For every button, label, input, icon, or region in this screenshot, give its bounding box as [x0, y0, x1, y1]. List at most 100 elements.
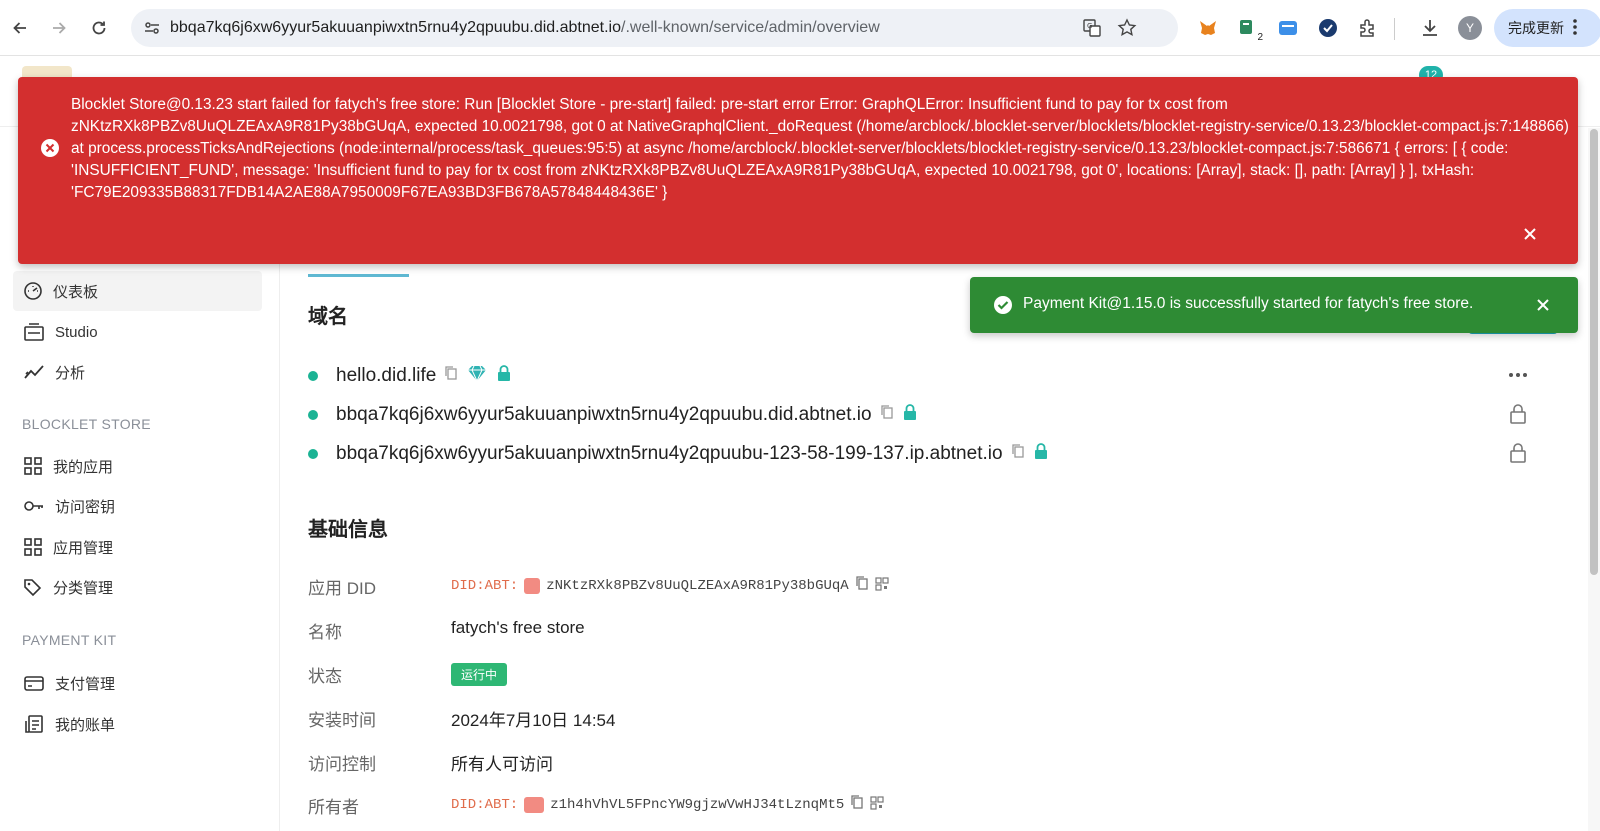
- copy-icon[interactable]: [444, 365, 458, 387]
- dashboard-icon: [24, 282, 42, 300]
- grid-icon: [24, 538, 42, 556]
- sidebar-section-blocklet-store: BLOCKLET STORE: [22, 416, 151, 432]
- error-notification: Blocklet Store@0.13.23 start failed for …: [18, 77, 1578, 264]
- url-host: bbqa7kq6j6xw6yyur5akuuanpiwxtn5rnu4y2qpu…: [170, 19, 621, 36]
- extension-with-badge-icon[interactable]: 2: [1235, 15, 1263, 43]
- sidebar-item-label: Studio: [55, 323, 98, 341]
- lock-icon: [1504, 439, 1532, 467]
- status-label: 状态: [308, 667, 342, 686]
- info-section-title: 基础信息: [308, 519, 388, 541]
- error-icon: [40, 138, 60, 163]
- sidebar-item-my-bills[interactable]: 我的账单: [13, 704, 262, 744]
- toolbar-divider: [1394, 18, 1395, 40]
- card-icon: [24, 676, 44, 691]
- copy-icon[interactable]: [1011, 443, 1025, 465]
- owner-did[interactable]: z1h4hVhVL5FPncYW9gjzwVwHJ34tLznqMt5: [550, 797, 844, 813]
- check-extension-icon[interactable]: [1315, 15, 1341, 41]
- update-chrome-button[interactable]: 完成更新: [1494, 9, 1600, 47]
- studio-icon: [24, 323, 44, 341]
- sidebar-item-label: 分类管理: [53, 579, 114, 597]
- domain-name[interactable]: bbqa7kq6j6xw6yyur5akuuanpiwxtn5rnu4y2qpu…: [336, 443, 1003, 465]
- success-notification: Payment Kit@1.15.0 is successfully start…: [970, 277, 1578, 333]
- domain-row: hello.did.life: [308, 361, 512, 391]
- qrcode-icon[interactable]: [875, 576, 889, 596]
- active-tab-indicator: [308, 274, 409, 277]
- browser-toolbar: bbqa7kq6j6xw6yyur5akuuanpiwxtn5rnu4y2qpu…: [0, 0, 1600, 56]
- key-icon: [24, 501, 43, 511]
- translate-icon[interactable]: G: [1082, 18, 1102, 43]
- qrcode-icon[interactable]: [870, 795, 884, 815]
- more-actions-icon[interactable]: [1504, 361, 1532, 389]
- name-value: fatych's free store: [451, 618, 585, 637]
- url-path: /.well-known/service/admin/overview: [621, 19, 880, 36]
- address-bar[interactable]: bbqa7kq6j6xw6yyur5akuuanpiwxtn5rnu4y2qpu…: [131, 9, 1178, 47]
- install-time-label: 安装时间: [308, 711, 376, 730]
- owner-value: DID:ABT: z1h4hVhVL5FPncYW9gjzwVwHJ34tLzn…: [451, 794, 884, 815]
- tag-icon: [24, 579, 42, 597]
- sidebar-item-label: 我的账单: [55, 716, 116, 734]
- forward-icon[interactable]: [45, 14, 73, 42]
- domain-name[interactable]: hello.did.life: [336, 365, 436, 387]
- extensions-puzzle-icon[interactable]: [1355, 15, 1381, 41]
- lock-icon: [1504, 400, 1532, 428]
- domain-row: bbqa7kq6j6xw6yyur5akuuanpiwxtn5rnu4y2qpu…: [308, 439, 1049, 469]
- close-icon[interactable]: [1531, 293, 1555, 317]
- profile-avatar[interactable]: Y: [1458, 16, 1482, 40]
- did-avatar: [524, 796, 545, 813]
- sidebar-item-analytics[interactable]: 分析: [13, 352, 262, 392]
- sidebar-item-studio[interactable]: Studio: [13, 312, 262, 352]
- bookmark-star-icon[interactable]: [1117, 18, 1137, 43]
- grid-icon: [24, 457, 42, 475]
- status-dot: [308, 449, 318, 459]
- success-message: Payment Kit@1.15.0 is successfully start…: [1023, 295, 1474, 312]
- status-dot: [308, 410, 318, 420]
- access-control-label: 访问控制: [308, 755, 376, 774]
- owner-label: 所有者: [308, 798, 359, 817]
- did-avatar: [524, 577, 541, 594]
- sidebar-item-access-keys[interactable]: 访问密钥: [13, 486, 262, 526]
- sidebar-section-payment-kit: PAYMENT KIT: [22, 632, 117, 648]
- status-dot: [308, 371, 318, 381]
- lock-icon: [902, 403, 918, 427]
- sidebar-item-payment-management[interactable]: 支付管理: [13, 663, 262, 703]
- close-icon[interactable]: [1518, 222, 1542, 246]
- app-did-value: DID:ABT: zNKtzRXk8PBZv8UuQLZEAxA9R81Py38…: [451, 575, 889, 596]
- update-label: 完成更新: [1508, 20, 1564, 36]
- sidebar-item-label: 访问密钥: [55, 498, 116, 516]
- url-text[interactable]: bbqa7kq6j6xw6yyur5akuuanpiwxtn5rnu4y2qpu…: [170, 19, 880, 37]
- name-label: 名称: [308, 623, 342, 642]
- app-did[interactable]: zNKtzRXk8PBZv8UuQLZEAxA9R81Py38bGUqA: [546, 578, 848, 594]
- app-did-label: 应用 DID: [308, 579, 376, 598]
- domain-section-title: 域名: [308, 306, 348, 328]
- domain-row: bbqa7kq6j6xw6yyur5akuuanpiwxtn5rnu4y2qpu…: [308, 400, 918, 430]
- sidebar-item-app-management[interactable]: 应用管理: [13, 527, 262, 567]
- status-value: 运行中: [451, 663, 508, 686]
- install-time-value: 2024年7月10日 14:54: [451, 711, 616, 730]
- sidebar-item-my-apps[interactable]: 我的应用: [13, 446, 262, 486]
- sidebar-item-category-management[interactable]: 分类管理: [13, 567, 262, 607]
- card-extension-icon[interactable]: [1275, 15, 1301, 41]
- sidebar-item-label: 分析: [55, 364, 86, 382]
- download-icon[interactable]: [1417, 15, 1443, 41]
- back-icon[interactable]: [6, 14, 34, 42]
- check-circle-icon: [993, 295, 1013, 320]
- copy-icon[interactable]: [850, 794, 864, 815]
- domain-name[interactable]: bbqa7kq6j6xw6yyur5akuuanpiwxtn5rnu4y2qpu…: [336, 404, 872, 426]
- sidebar-item-label: 应用管理: [53, 539, 114, 557]
- did-prefix: DID:ABT:: [451, 577, 519, 594]
- copy-icon[interactable]: [880, 404, 894, 426]
- scrollbar-thumb[interactable]: [1590, 129, 1598, 575]
- svg-text:G: G: [1087, 22, 1092, 30]
- sidebar-item-label: 我的应用: [53, 458, 114, 476]
- reload-icon[interactable]: [85, 14, 113, 42]
- metamask-extension-icon[interactable]: [1195, 15, 1221, 41]
- copy-icon[interactable]: [855, 575, 869, 596]
- sidebar-item-label: 支付管理: [55, 675, 116, 693]
- site-settings-icon[interactable]: [143, 19, 161, 42]
- more-vert-icon: [1572, 18, 1578, 39]
- lock-icon: [1033, 442, 1049, 466]
- error-message: Blocklet Store@0.13.23 start failed for …: [71, 96, 1569, 201]
- sidebar-item-label: 仪表板: [53, 283, 99, 301]
- diamond-icon: [466, 364, 488, 388]
- sidebar-item-dashboard[interactable]: 仪表板: [13, 271, 262, 311]
